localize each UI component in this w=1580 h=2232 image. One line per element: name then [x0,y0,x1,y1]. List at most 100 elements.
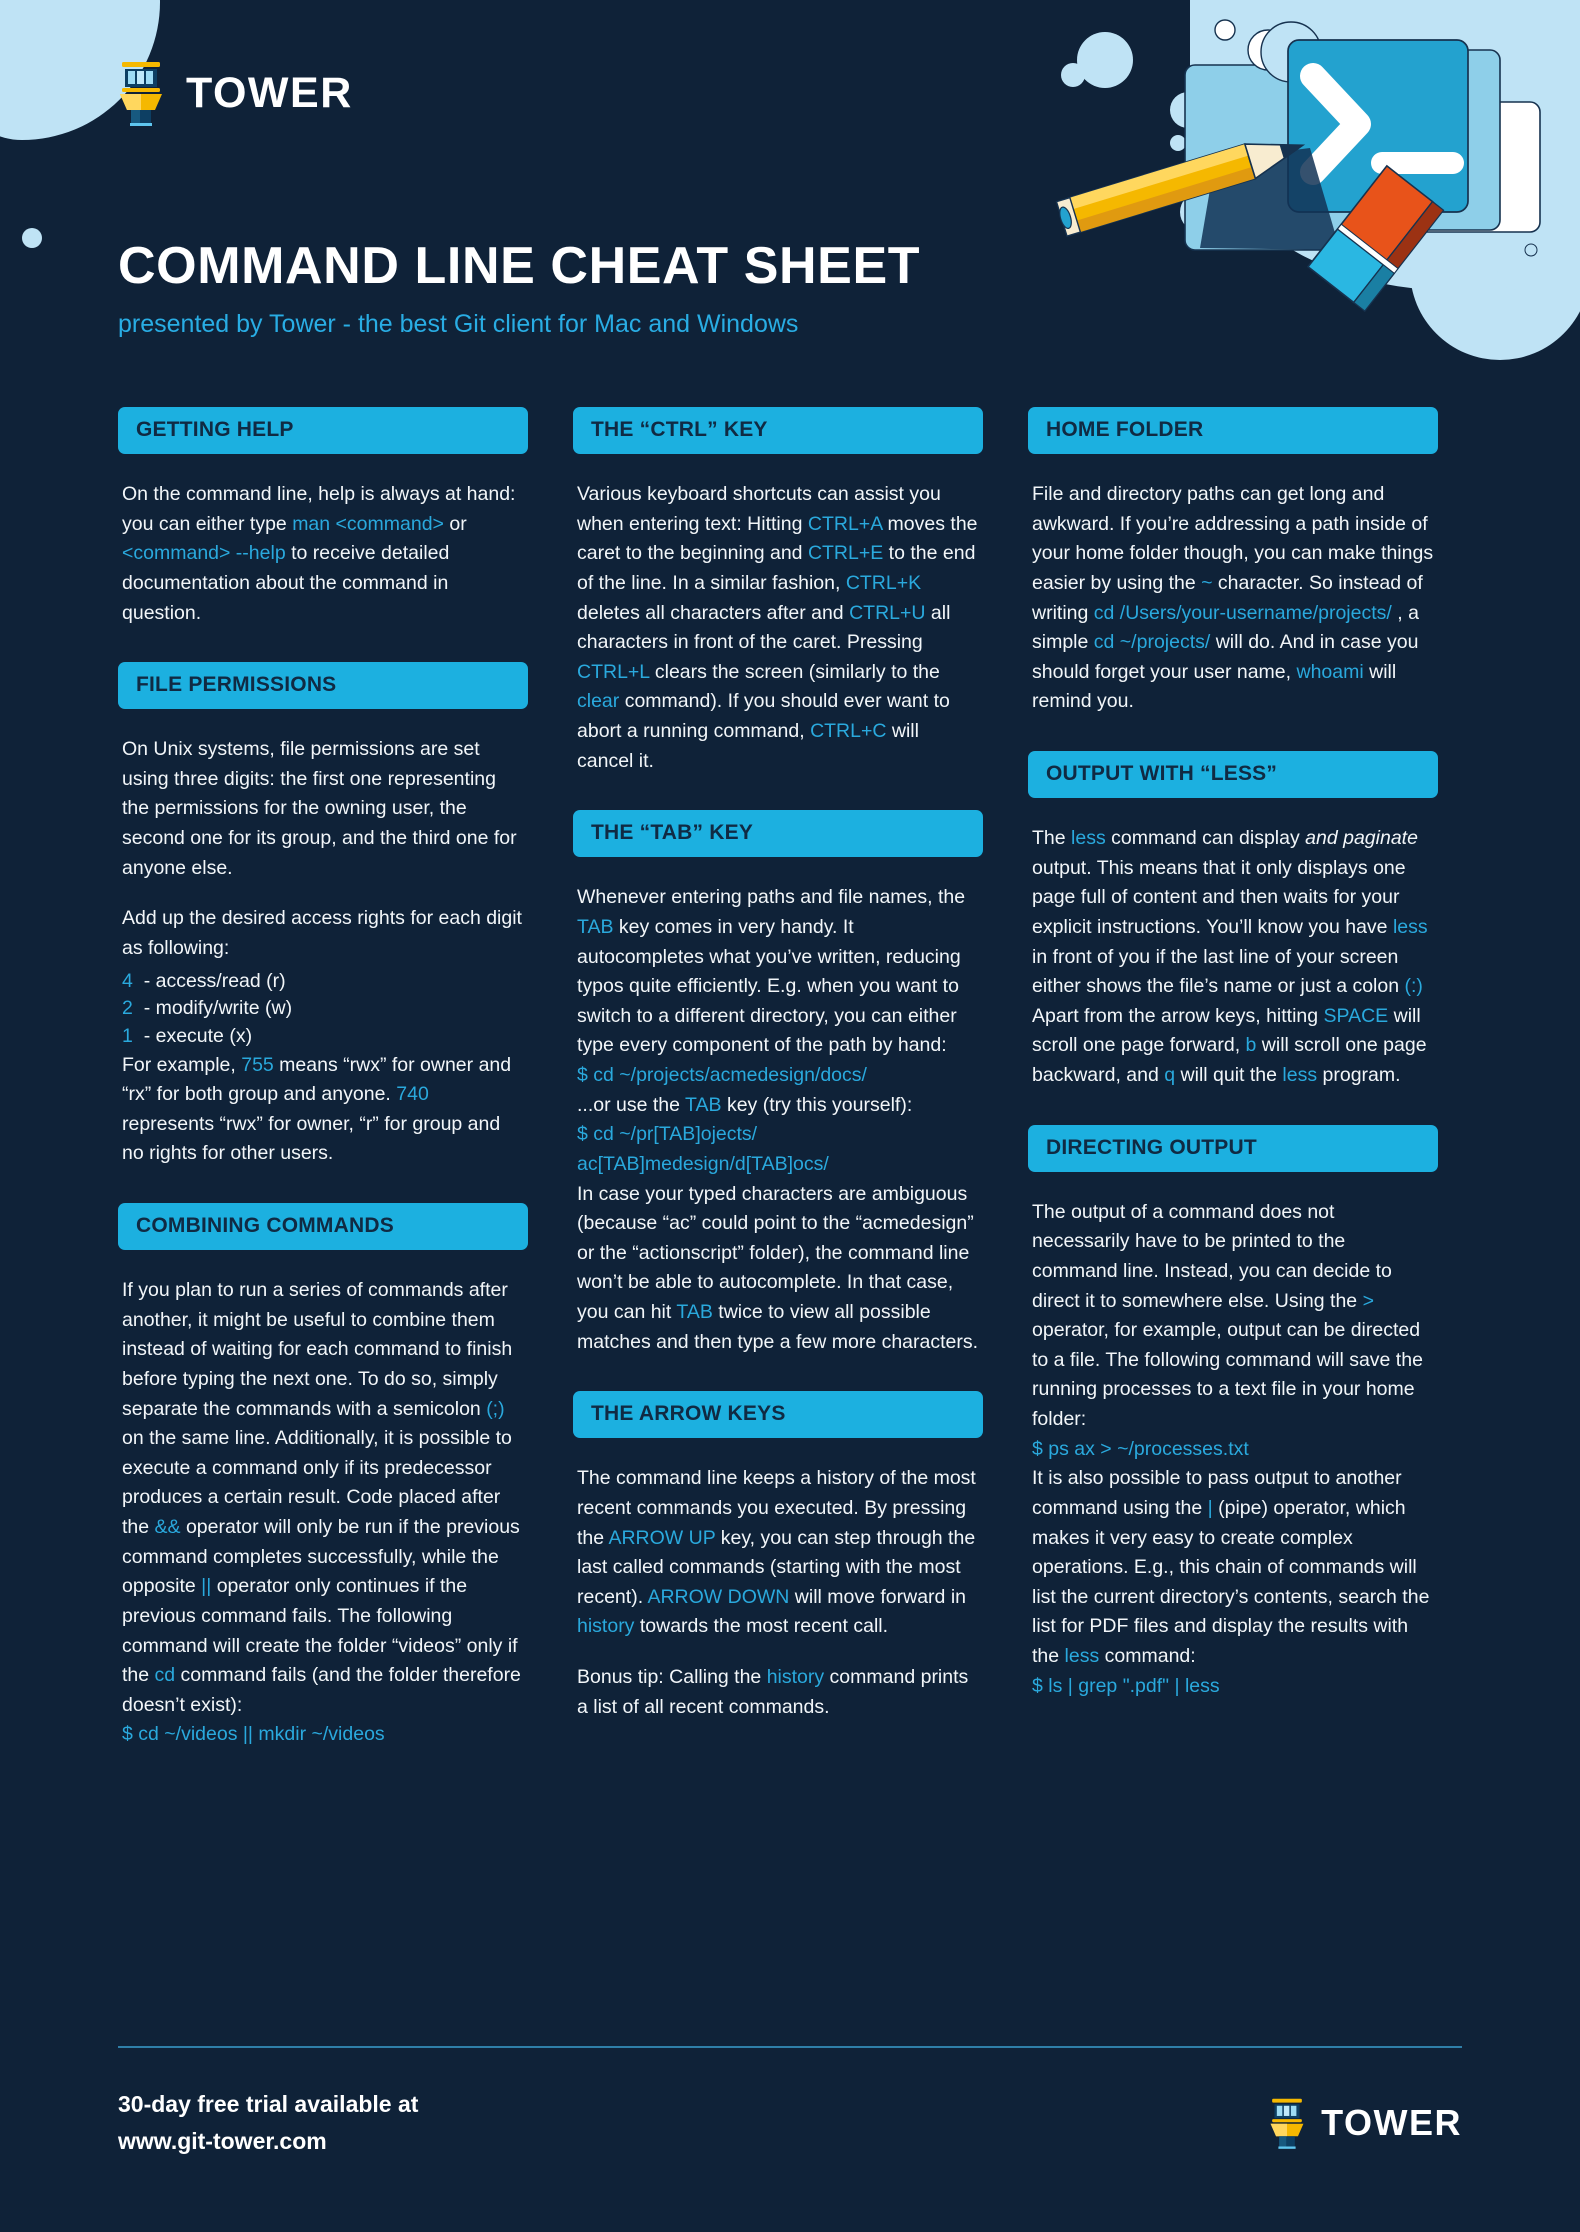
content-column-1: GETTING HELP On the command line, help is… [118,407,528,1784]
section-ctrl-key: THE “CTRL” KEY Various keyboard shortcuts… [573,407,983,776]
inline-code: <command> --help [122,542,286,565]
tower-logo-icon [1270,2098,1304,2149]
inline-code: ~ [1201,571,1213,594]
section-paragraph: On the command line, help is always at h… [122,480,524,628]
section-body-arrow-keys: The command line keeps a history of the … [573,1438,983,1722]
footer-line-2[interactable]: www.git-tower.com [118,2123,418,2160]
section-paragraph: Bonus tip: Calling the history command p… [577,1663,979,1722]
section-header-getting-help[interactable]: GETTING HELP [118,407,528,454]
inline-code: CTRL+C [810,720,887,742]
inline-code: q [1164,1064,1176,1086]
footer-divider [118,2045,1462,2048]
inline-code: man <command> [292,512,444,535]
inline-code: cd [154,1664,176,1687]
command-example: $ cd ~/pr[TAB]ojects/ [577,1123,758,1146]
section-header-home-folder[interactable]: HOME FOLDER [1028,407,1438,454]
section-header-arrow-keys[interactable]: THE ARROW KEYS [573,1391,983,1439]
inline-code: ARROW UP [608,1526,716,1549]
permission-label: - modify/write (w) [132,997,293,1020]
section-directing-output: DIRECTING OUTPUT The output of a command … [1028,1124,1438,1702]
body-text: key (try this yourself): [721,1093,913,1116]
section-paragraph: On Unix systems, file permissions are se… [122,735,524,883]
footer-trial-text: 30-day free trial available at www.git-t… [118,2086,418,2161]
section-header-combining-commands[interactable]: COMBINING COMMANDS [118,1203,528,1251]
section-getting-help: GETTING HELP On the command line, help is… [118,407,528,628]
inline-code: > [1362,1289,1374,1312]
body-text: (pipe) operator, which makes it very eas… [1032,1496,1430,1667]
inline-code: whoami [1296,660,1364,683]
body-text: deletes all characters after and [577,601,850,624]
body-text: Whenever entering paths and file names, … [577,886,966,909]
inline-code: && [154,1516,181,1539]
body-text: operator, for example, output can be dir… [1032,1319,1423,1430]
section-header-output-with-less[interactable]: OUTPUT WITH “LESS” [1028,751,1438,798]
permission-digit: 1 [122,1024,133,1047]
section-paragraph: File and directory paths can get long an… [1032,480,1434,717]
inline-code: less [1064,1645,1100,1667]
section-paragraph: It is also possible to pass output to an… [1032,1464,1434,1671]
inline-code: SPACE [1323,1004,1389,1027]
section-paragraph: ...or use the TAB key (try this yourself… [577,1091,979,1121]
section-header-file-permissions[interactable]: FILE PERMISSIONS [118,662,528,710]
permission-row: 1 - execute (x) [122,1023,524,1051]
section-paragraph: Add up the desired access rights for eac… [122,904,524,963]
permission-digit: 4 [122,969,133,992]
command-example: $ cd ~/videos || mkdir ~/videos [122,1723,385,1746]
body-text: command fails (and the folder therefore … [122,1664,521,1716]
permission-digit: 2 [122,997,133,1020]
body-text: in front of you if the last line of your… [1032,945,1405,998]
section-body-getting-help: On the command line, help is always at h… [118,454,528,628]
inline-code: 755 [241,1053,274,1076]
command-example: $ cd ~/projects/acmedesign/docs/ [577,1064,867,1086]
inline-code: history [577,1615,635,1638]
brand-name: TOWER [186,68,353,117]
body-text: command: [1099,1645,1196,1667]
section-header-ctrl-key[interactable]: THE “CTRL” KEY [573,407,983,454]
section-paragraph: Various keyboard shortcuts can assist yo… [577,480,979,776]
section-header-directing-output[interactable]: DIRECTING OUTPUT [1028,1124,1438,1172]
body-text: If you plan to run a series of commands … [122,1279,513,1420]
body-text: key comes in very handy. It autocomplete… [577,915,961,1057]
section-arrow-keys: THE ARROW KEYS The command line keeps a h… [573,1391,983,1722]
permission-row: 2 - modify/write (w) [122,995,524,1023]
body-text: The [1032,827,1072,849]
inline-code: CTRL+E [807,542,884,565]
content-column-3: HOME FOLDER File and directory paths can … [1028,407,1438,1784]
body-text: command can display [1105,827,1306,849]
inline-code: clear [577,690,620,713]
section-paragraph: The less command can display and paginat… [1032,824,1434,1091]
body-text: Add up the desired access rights for eac… [122,907,522,959]
inline-code: CTRL+A [807,512,883,535]
body-text: towards the most recent call. [634,1615,889,1638]
inline-code: CTRL+K [845,571,922,594]
body-text: ...or use the [577,1093,686,1116]
permission-digit-list: 4 - access/read (r) 2 - modify/write (w) 1… [122,968,524,1051]
section-body-combining-commands: If you plan to run a series of commands … [118,1250,528,1750]
section-paragraph: The output of a command does not necessa… [1032,1198,1434,1435]
emphasis-text: and paginate [1305,827,1418,849]
permission-label: - access/read (r) [132,969,286,992]
section-header-tab-key[interactable]: THE “TAB” KEY [573,810,983,858]
body-text: program. [1317,1064,1401,1086]
section-paragraph: If you plan to run a series of commands … [122,1276,524,1720]
inline-code: CTRL+L [577,660,650,683]
footer-line-1: 30-day free trial available at [118,2090,419,2117]
section-body-directing-output: The output of a command does not necessa… [1028,1172,1438,1702]
inline-code: cd /Users/your-username/projects/ [1093,601,1392,624]
section-paragraph: For example, 755 means “rwx” for owner a… [122,1051,524,1170]
body-text: represents “rwx” for owner, “r” for grou… [122,1112,501,1165]
body-text: clears the screen (similarly to the [649,660,940,683]
command-example: ac[TAB]medesign/d[TAB]ocs/ [577,1152,829,1175]
body-text: will quit the [1175,1064,1283,1086]
section-tab-key: THE “TAB” KEY Whenever entering paths and… [573,810,983,1357]
section-paragraph: The command line keeps a history of the … [577,1464,979,1642]
inline-code: (;) [486,1397,505,1420]
inline-code: TAB [577,915,614,938]
inline-code: || [201,1575,212,1598]
page-footer: 30-day free trial available at www.git-t… [118,2045,1462,2161]
brand-logo[interactable]: TOWER [118,60,1580,126]
inline-code: TAB [685,1093,722,1116]
footer-brand-logo[interactable]: TOWER [1269,2097,1462,2149]
body-text: will move forward in [789,1585,966,1608]
content-columns: GETTING HELP On the command line, help is… [0,339,1580,1784]
